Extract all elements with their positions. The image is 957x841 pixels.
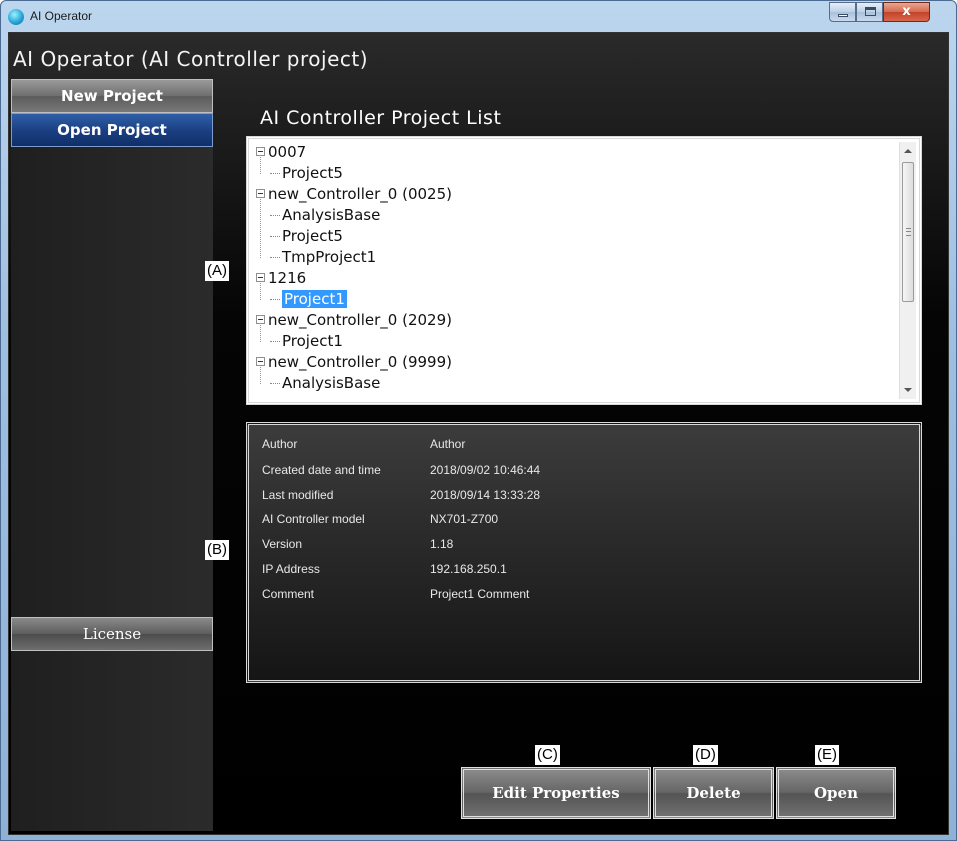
- tree-connector: [270, 340, 280, 343]
- tree-node-label: 0007: [268, 143, 307, 161]
- client-area: AI Operator (AI Controller project) New …: [8, 32, 949, 835]
- property-label: Created date and time: [262, 463, 381, 477]
- tree-guide-line: [260, 367, 261, 384]
- tree-connector: [270, 172, 280, 175]
- scroll-up-icon[interactable]: [904, 149, 912, 153]
- collapse-icon[interactable]: [256, 357, 265, 366]
- property-row: Author Author: [262, 437, 465, 451]
- scroll-thumb[interactable]: [902, 162, 914, 302]
- tree-node-controller[interactable]: 1216: [256, 268, 306, 289]
- project-properties-panel: Author Author Created date and time 2018/09…: [246, 422, 922, 683]
- callout-c: (C): [535, 745, 560, 765]
- close-icon: x: [902, 4, 911, 19]
- property-value: NX701-Z700: [430, 512, 499, 526]
- tree-node-controller[interactable]: 0007: [256, 142, 306, 163]
- minimize-button[interactable]: [829, 2, 856, 22]
- property-value: Author: [430, 437, 466, 451]
- title-bar[interactable]: AI Operator x: [1, 1, 956, 32]
- property-label: IP Address: [262, 562, 320, 576]
- tree-node-label: TmpProject1: [282, 248, 377, 266]
- tree-node-project[interactable]: Project1: [270, 289, 347, 310]
- delete-button[interactable]: Delete: [653, 767, 774, 819]
- window-title: AI Operator: [30, 9, 93, 23]
- callout-d: (D): [693, 745, 718, 765]
- property-row: Comment Project1 Comment: [262, 587, 529, 601]
- sidebar: New Project Open Project License: [11, 79, 213, 831]
- project-tree-panel: 0007 Project5 new_Controller_0 (0025) Analy…: [246, 136, 922, 405]
- tree-node-project[interactable]: Project1: [270, 331, 343, 352]
- tree-scrollbar[interactable]: [899, 142, 916, 399]
- new-project-button[interactable]: New Project: [11, 79, 213, 113]
- collapse-icon[interactable]: [256, 147, 265, 156]
- collapse-icon[interactable]: [256, 315, 265, 324]
- property-row: Created date and time 2018/09/02 10:46:44: [262, 463, 540, 477]
- tree-node-project[interactable]: AnalysisBase: [270, 205, 380, 226]
- scroll-down-icon[interactable]: [904, 388, 912, 392]
- tree-node-label: AnalysisBase: [282, 374, 381, 392]
- open-button[interactable]: Open: [776, 767, 896, 819]
- property-value: 2018/09/14 13:33:28: [430, 488, 541, 502]
- minimize-icon: [838, 14, 848, 17]
- property-row: Last modified 2018/09/14 13:33:28: [262, 488, 540, 502]
- tree-node-controller[interactable]: new_Controller_0 (0025): [256, 184, 452, 205]
- property-value: Project1 Comment: [430, 587, 530, 601]
- app-window: AI Operator x AI Operator (AI Controller…: [0, 0, 957, 841]
- grip-icon: [906, 228, 911, 236]
- tree-guide-line: [260, 325, 261, 342]
- collapse-icon[interactable]: [256, 189, 265, 198]
- property-label: Comment: [262, 587, 315, 601]
- property-value: 2018/09/02 10:46:44: [430, 463, 541, 477]
- project-tree[interactable]: 0007 Project5 new_Controller_0 (0025) Analy…: [252, 142, 902, 399]
- edit-properties-button[interactable]: Edit Properties: [461, 767, 651, 819]
- callout-b: (B): [205, 540, 229, 560]
- tree-node-project[interactable]: AnalysisBase: [270, 373, 380, 394]
- tree-node-project[interactable]: TmpProject1: [270, 247, 376, 268]
- tree-node-label: 1216: [268, 269, 307, 287]
- tree-node-label: Project5: [282, 164, 343, 182]
- tree-node-label: AnalysisBase: [282, 206, 381, 224]
- tree-node-label: Project5: [282, 227, 343, 245]
- close-button[interactable]: x: [883, 2, 930, 22]
- tree-node-controller[interactable]: new_Controller_0 (2029): [256, 310, 452, 331]
- property-row: AI Controller model NX701-Z700: [262, 512, 498, 526]
- tree-guide-line: [260, 157, 261, 174]
- project-list-title: AI Controller Project List: [260, 107, 502, 129]
- tree-connector: [270, 382, 280, 385]
- tree-node-label: new_Controller_0 (0025): [268, 185, 452, 203]
- open-project-button[interactable]: Open Project: [11, 113, 213, 147]
- property-label: Author: [262, 437, 298, 451]
- callout-e: (E): [815, 745, 839, 765]
- property-label: Last modified: [262, 488, 334, 502]
- property-row: Version 1.18: [262, 537, 453, 551]
- tree-node-label: new_Controller_0 (9999): [268, 353, 452, 371]
- app-icon: [8, 9, 24, 25]
- property-value: 1.18: [430, 537, 454, 551]
- tree-node-label: new_Controller_0 (2029): [268, 311, 452, 329]
- tree-guide-line: [260, 199, 261, 258]
- callout-a: (A): [205, 261, 229, 281]
- property-label: Version: [262, 537, 303, 551]
- tree-connector: [270, 298, 280, 301]
- tree-node-controller[interactable]: new_Controller_0 (9999): [256, 352, 452, 373]
- tree-connector: [270, 235, 280, 238]
- collapse-icon[interactable]: [256, 273, 265, 282]
- app-heading: AI Operator (AI Controller project): [13, 47, 369, 71]
- tree-node-project[interactable]: Project5: [270, 226, 343, 247]
- tree-guide-line: [260, 283, 261, 300]
- property-value: 192.168.250.1: [430, 562, 507, 576]
- license-button[interactable]: License: [11, 617, 213, 651]
- tree-node-project[interactable]: Project5: [270, 163, 343, 184]
- tree-node-label: Project1: [282, 332, 343, 350]
- tree-connector: [270, 214, 280, 217]
- maximize-icon: [865, 7, 876, 16]
- maximize-button[interactable]: [856, 2, 883, 22]
- tree-connector: [270, 256, 280, 259]
- property-label: AI Controller model: [262, 512, 365, 526]
- property-row: IP Address 192.168.250.1: [262, 562, 507, 576]
- tree-node-label: Project1: [282, 290, 347, 308]
